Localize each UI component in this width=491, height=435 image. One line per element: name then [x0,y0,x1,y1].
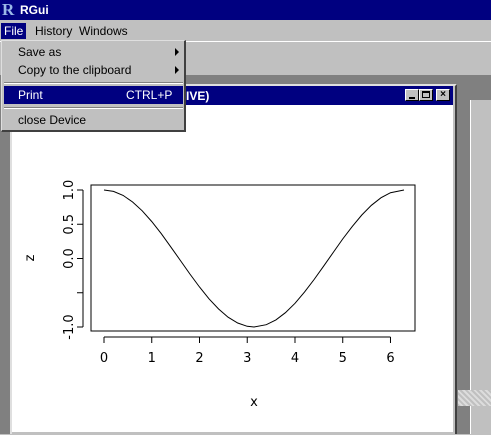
menu-history[interactable]: History [32,23,75,39]
minimize-icon [409,97,415,99]
y-tick-label: 0.0 [62,248,77,269]
menu-item-shortcut: CTRL+P [126,88,173,102]
plot-canvas: 0 1 2 3 4 5 6 -1.0 0.0 0.5 1.0 x z [12,105,453,432]
menu-separator [4,107,183,109]
x-axis-label: x [250,395,258,410]
x-tick-label: 0 [100,351,108,366]
close-icon: × [440,89,446,100]
menu-item-print[interactable]: Print CTRL+P [4,86,183,104]
maximize-icon [422,91,430,98]
r-logo-icon: R [2,0,15,19]
x-tick-label: 6 [386,351,394,366]
graphics-window-title: IVE) [186,89,210,103]
menu-item-save-as[interactable]: Save as [4,43,183,61]
x-axis: 0 1 2 3 4 5 6 [100,336,395,366]
submenu-arrow-icon [175,66,179,74]
menu-separator [4,82,183,84]
graphics-device-window: IVE) × 0 1 2 3 4 5 6 -1.0 0.0 0.5 1.0 x z [10,84,457,434]
plot-svg: 0 1 2 3 4 5 6 -1.0 0.0 0.5 1.0 x z [23,180,416,410]
file-menu-dropdown: Save as Copy to the clipboard Print CTRL… [1,40,186,132]
app-title: RGui [20,3,49,17]
plot-frame [90,184,416,332]
y-tick-label: 1.0 [62,180,77,201]
y-axis: -1.0 0.0 0.5 1.0 [62,180,84,340]
maximize-button[interactable] [419,89,433,101]
menu-item-label: Print [18,88,43,102]
menu-item-close-device[interactable]: close Device [4,111,183,129]
scrollbar[interactable] [458,390,491,406]
x-tick-label: 2 [195,351,203,366]
x-tick-label: 1 [148,351,156,366]
app-titlebar: R RGui [0,0,491,20]
menu-item-label: close Device [18,113,87,127]
submenu-arrow-icon [175,48,179,56]
x-tick-label: 5 [339,351,347,366]
menu-windows[interactable]: Windows [76,23,131,39]
menu-file[interactable]: File [1,23,27,39]
menu-item-label: Copy to the clipboard [18,63,132,77]
y-tick-label: 0.5 [62,214,77,235]
y-tick-label: -1.0 [62,314,77,339]
x-tick-label: 3 [243,351,251,366]
x-tick-label: 4 [291,351,299,366]
menu-item-copy-to-clipboard[interactable]: Copy to the clipboard [4,61,183,79]
minimize-button[interactable] [405,89,419,101]
data-line [103,189,405,328]
menubar: File History Windows [0,20,491,41]
y-axis-label: z [23,254,38,261]
menu-item-label: Save as [18,45,62,59]
console-window-edge [470,100,491,434]
close-button[interactable]: × [436,89,450,101]
